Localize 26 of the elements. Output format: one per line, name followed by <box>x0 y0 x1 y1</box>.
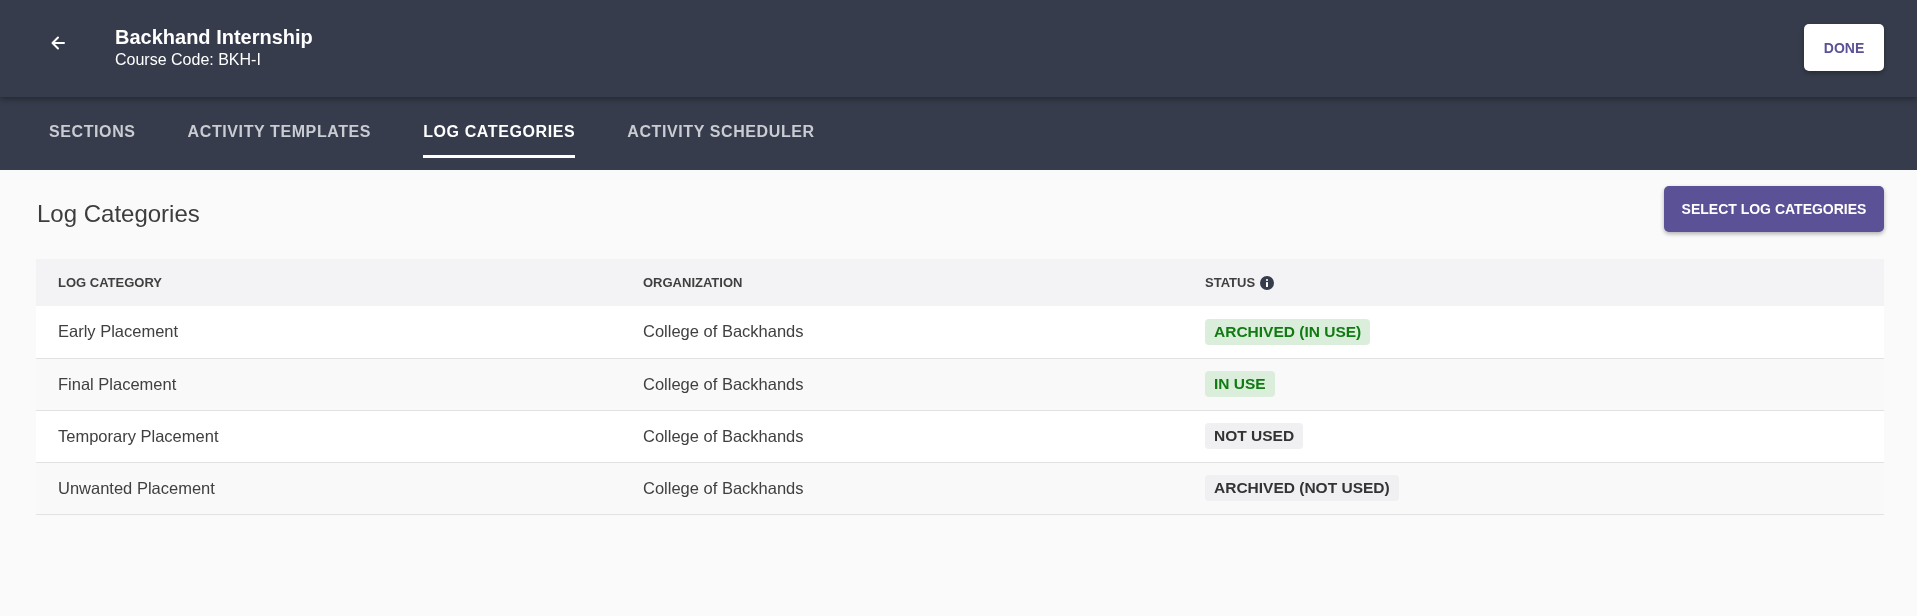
course-title: Backhand Internship <box>115 25 313 49</box>
organization-cell: College of Backhands <box>621 462 1183 514</box>
left-arrow-icon <box>50 34 66 51</box>
status-badge: ARCHIVED (NOT USED) <box>1205 475 1399 501</box>
log-category-cell: Final Placement <box>36 358 621 410</box>
status-badge: ARCHIVED (IN USE) <box>1205 318 1371 345</box>
tab[interactable]: ACTIVITY TEMPLATES <box>187 97 372 158</box>
info-icon[interactable] <box>1260 275 1275 290</box>
page-heading: Log Categories <box>37 198 200 228</box>
log-category-cell: Unwanted Placement <box>36 462 621 514</box>
organization-cell: College of Backhands <box>621 358 1183 410</box>
column-header: ORGANIZATION <box>621 259 1183 306</box>
log-category-cell: Temporary Placement <box>36 410 621 462</box>
tab[interactable]: LOG CATEGORIES <box>423 97 576 158</box>
organization-cell: College of Backhands <box>621 306 1183 358</box>
log-category-cell: Early Placement <box>36 306 621 358</box>
status-badge: IN USE <box>1205 371 1275 397</box>
status-badge: NOT USED <box>1205 423 1304 449</box>
column-header: STATUS <box>1205 275 1256 290</box>
done-button[interactable]: DONE <box>1804 24 1884 71</box>
tab[interactable]: SECTIONS <box>49 97 136 158</box>
organization-cell: College of Backhands <box>621 410 1183 462</box>
tab[interactable]: ACTIVITY SCHEDULER <box>627 97 815 158</box>
column-header: LOG CATEGORY <box>36 259 621 306</box>
course-code: Course Code: BKH-I <box>115 50 262 70</box>
select-log-categories-button[interactable]: SELECT LOG CATEGORIES <box>1664 186 1884 232</box>
